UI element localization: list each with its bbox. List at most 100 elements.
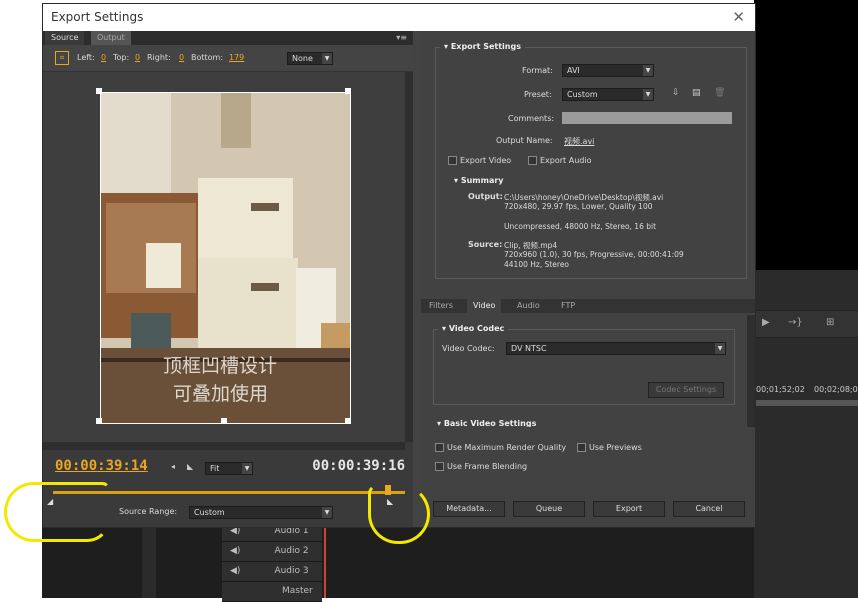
- crop-icon[interactable]: ⌗: [55, 51, 69, 65]
- speaker-icon[interactable]: ◀): [230, 566, 240, 576]
- set-out-point-icon[interactable]: ◣: [187, 462, 193, 471]
- codec-settings-button[interactable]: Codec Settings: [648, 382, 724, 398]
- preview-frame[interactable]: 顶框凹槽设计 可叠加使用: [100, 92, 351, 424]
- header-text: Video Codec: [448, 324, 505, 333]
- window-title: Export Settings: [51, 10, 144, 24]
- output-summary-label: Output:: [468, 192, 503, 201]
- zoom-value: Fit: [210, 464, 220, 473]
- video-settings-scroll: ▾ Video Codec Video Codec: DV NTSC ▼ Cod…: [425, 315, 745, 427]
- video-codec-header[interactable]: ▾ Video Codec: [438, 324, 509, 333]
- summary-header[interactable]: ▾ Summary: [454, 176, 504, 185]
- speaker-icon[interactable]: ◀): [230, 546, 240, 556]
- play-icon[interactable]: ▶: [762, 317, 770, 328]
- output-summary-line2: 720x480, 29.97 fps, Lower, Quality 100: [504, 202, 653, 211]
- crop-handle[interactable]: [345, 88, 351, 94]
- crop-ratio-value: None: [292, 54, 313, 63]
- metadata-button[interactable]: Metadata...: [433, 501, 505, 517]
- tab-audio[interactable]: Audio: [511, 299, 546, 313]
- crop-handle[interactable]: [96, 88, 102, 94]
- export-settings-group: ▾ Export Settings Format: AVI ▼ Preset: …: [435, 42, 747, 279]
- header-text: Export Settings: [450, 42, 521, 51]
- max-render-quality-label: Use Maximum Render Quality: [447, 443, 567, 452]
- source-summary-line3: 44100 Hz, Stereo: [504, 260, 570, 269]
- output-name-link[interactable]: 视频.avi: [564, 136, 594, 147]
- timeline-timecode-2: 00;02;08;0: [814, 385, 858, 394]
- checkmark-icon: [528, 156, 537, 165]
- delete-preset-icon[interactable]: 🗑: [714, 88, 725, 98]
- timeline-ruler[interactable]: [754, 400, 858, 406]
- queue-button[interactable]: Queue: [513, 501, 585, 517]
- basic-video-header[interactable]: ▾ Basic Video Settings: [437, 419, 536, 427]
- tab-source[interactable]: Source: [45, 31, 85, 45]
- track-column: [142, 526, 156, 598]
- track-audio-3[interactable]: ◀) Audio 3: [222, 562, 322, 582]
- frame-blending-label: Use Frame Blending: [447, 462, 528, 471]
- vertical-scrollbar[interactable]: [405, 72, 413, 442]
- export-audio-checkbox[interactable]: Export Audio: [528, 156, 591, 165]
- preset-label: Preset:: [524, 90, 552, 99]
- video-codec-label: Video Codec:: [442, 344, 495, 353]
- horizontal-scrollbar[interactable]: [43, 442, 405, 450]
- crop-top-value[interactable]: 0: [135, 45, 140, 71]
- comments-label: Comments:: [508, 114, 555, 123]
- save-preset-icon[interactable]: ⇩: [672, 88, 680, 98]
- current-time[interactable]: 00:00:39:14: [55, 458, 148, 474]
- use-previews-checkbox[interactable]: Use Previews: [577, 443, 642, 452]
- track-audio-2[interactable]: ◀) Audio 2: [222, 542, 322, 562]
- annotation-circle-left: [4, 482, 110, 542]
- source-preview-pane: Source Output ▾≡ ⌗ Left: 0 Top: 0 Right:…: [43, 31, 413, 527]
- duration-time: 00:00:39:16: [312, 458, 405, 474]
- annotation-circle-right: [368, 484, 430, 544]
- max-render-quality-checkbox[interactable]: Use Maximum Render Quality: [435, 443, 566, 452]
- export-frame-icon[interactable]: ⊞: [826, 317, 834, 328]
- crop-right-value[interactable]: 0: [179, 45, 184, 71]
- checkmark-icon: [448, 156, 457, 165]
- source-summary-line2: 720x960 (1.0), 30 fps, Progressive, 00:0…: [504, 250, 684, 259]
- video-codec-select[interactable]: DV NTSC ▼: [506, 342, 726, 355]
- crop-toolbar: ⌗ Left: 0 Top: 0 Right: 0 Bottom: 179 No…: [43, 45, 413, 72]
- summary-text: Summary: [460, 176, 504, 185]
- crop-bottom-value[interactable]: 179: [229, 45, 244, 71]
- export-settings-header[interactable]: ▾ Export Settings: [440, 42, 525, 51]
- comments-field[interactable]: [562, 112, 732, 124]
- panel-menu-icon[interactable]: ▾≡: [396, 33, 407, 42]
- tab-video[interactable]: Video: [467, 299, 502, 313]
- export-video-checkbox[interactable]: Export Video: [448, 156, 511, 165]
- crop-left-value[interactable]: 0: [101, 45, 106, 71]
- preset-select[interactable]: Custom ▼: [562, 88, 654, 101]
- zoom-select[interactable]: Fit ▼: [205, 462, 253, 475]
- preview-tabs: Source Output ▾≡: [43, 31, 413, 45]
- import-preset-icon[interactable]: ▤: [692, 88, 701, 98]
- track-master[interactable]: Master: [222, 582, 322, 602]
- time-controls: 00:00:39:14 ◂ ◣ Fit ▼ 00:00:39:16: [43, 452, 413, 482]
- source-range-value: Custom: [194, 508, 225, 517]
- format-select[interactable]: AVI ▼: [562, 64, 654, 77]
- crop-handle[interactable]: [221, 418, 227, 424]
- settings-scrollbar[interactable]: [747, 315, 755, 427]
- tab-ftp[interactable]: FTP: [555, 299, 581, 313]
- close-icon[interactable]: ✕: [732, 4, 745, 31]
- title-bar[interactable]: Export Settings ✕: [43, 4, 755, 31]
- set-in-point-icon[interactable]: ◂: [171, 462, 175, 471]
- video-preview: 顶框凹槽设计 可叠加使用: [43, 72, 405, 442]
- source-summary-label: Source:: [468, 240, 503, 249]
- format-label: Format:: [522, 66, 553, 75]
- export-button[interactable]: Export: [593, 501, 665, 517]
- chevron-down-icon: ▼: [643, 65, 653, 76]
- export-video-label: Export Video: [460, 156, 512, 165]
- tab-filters[interactable]: Filters: [423, 299, 459, 313]
- crop-handle[interactable]: [345, 418, 351, 424]
- crop-handle[interactable]: [96, 418, 102, 424]
- frame-blending-checkbox[interactable]: Use Frame Blending: [435, 462, 527, 471]
- export-audio-label: Export Audio: [540, 156, 592, 165]
- crop-bottom-label: Bottom:: [191, 53, 224, 62]
- cancel-button[interactable]: Cancel: [673, 501, 745, 517]
- source-range-select[interactable]: Custom ▼: [189, 506, 333, 519]
- step-forward-icon[interactable]: →}: [788, 317, 803, 328]
- playhead-line[interactable]: [324, 526, 326, 598]
- output-name-label: Output Name:: [496, 136, 553, 145]
- track-label: Audio 2: [274, 546, 309, 556]
- tab-output[interactable]: Output: [91, 31, 131, 45]
- timeline-panel-right: ▶ →} ⊞ 00;01;52;02 00;02;08;0: [754, 270, 858, 598]
- crop-ratio-select[interactable]: None ▼: [287, 52, 333, 65]
